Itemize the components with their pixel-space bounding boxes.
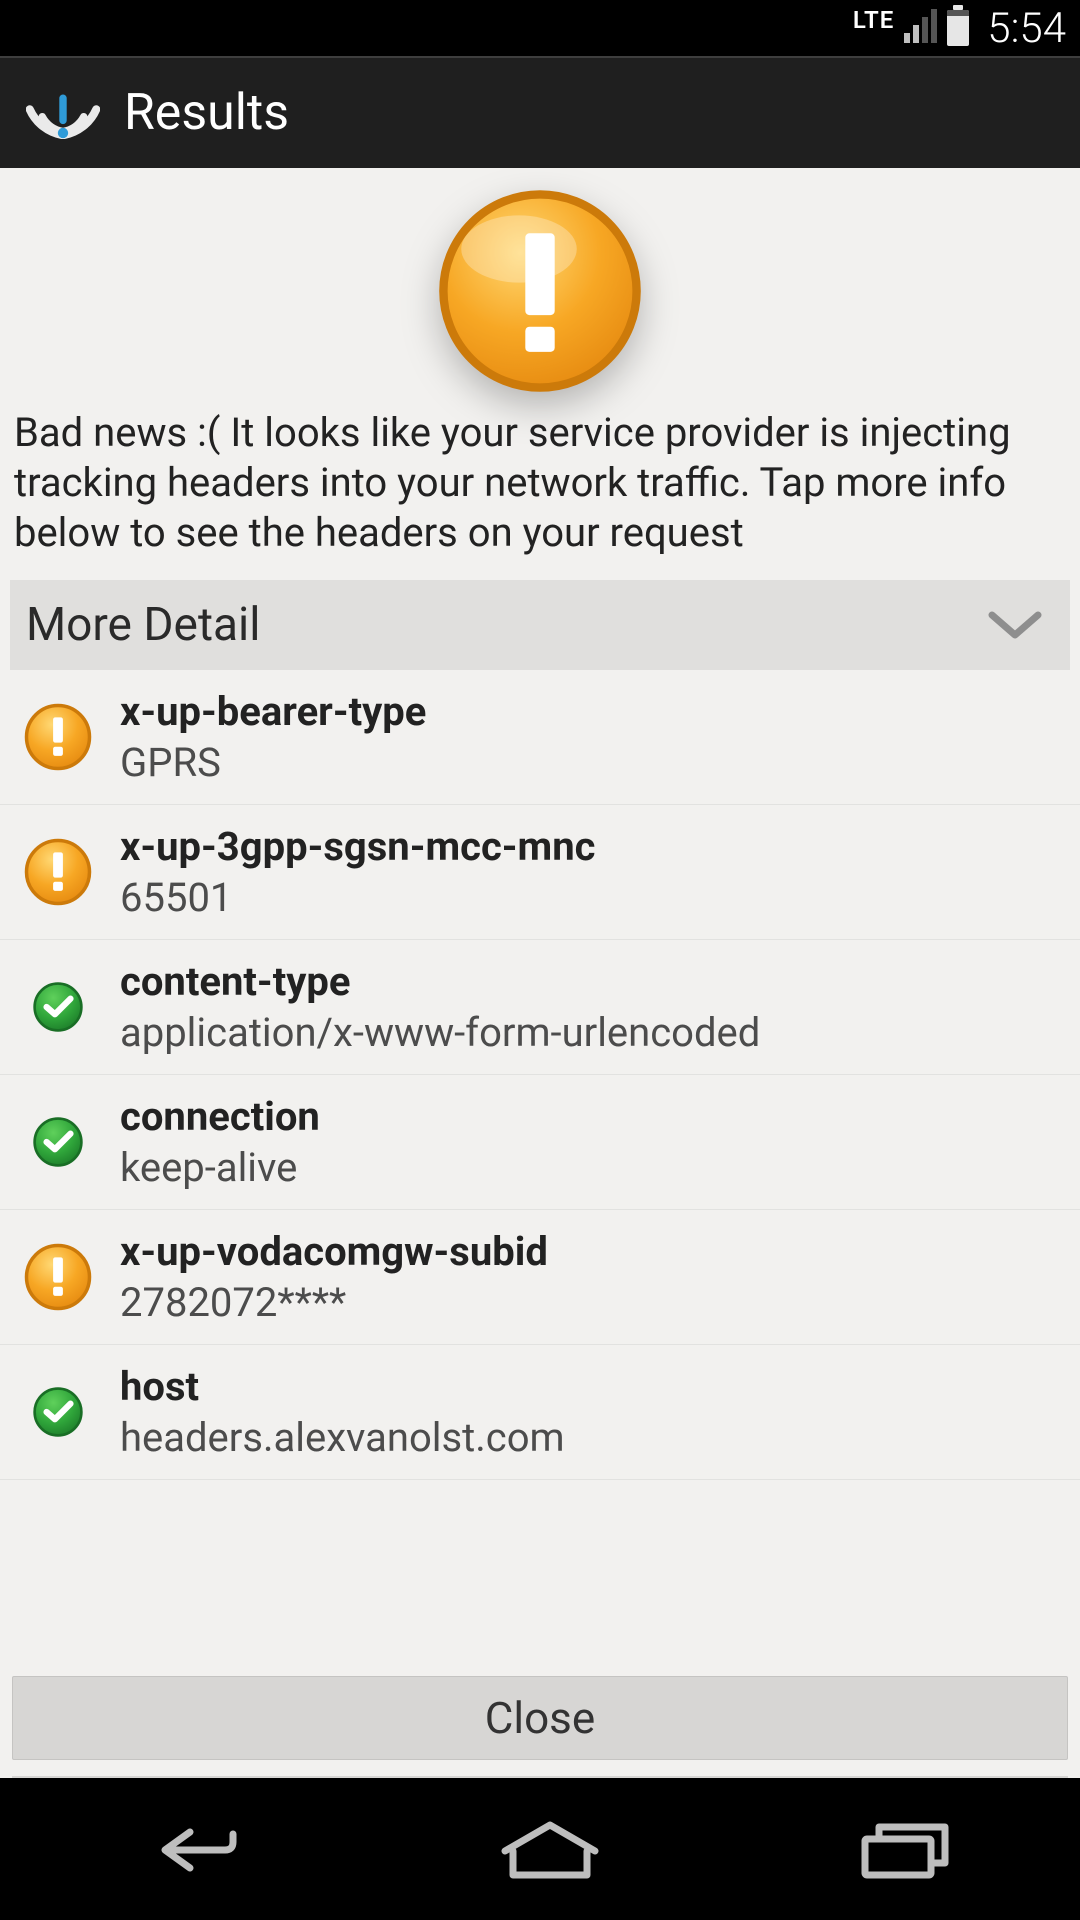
action-bar: Results bbox=[0, 56, 1080, 168]
header-row[interactable]: x-up-bearer-typeGPRS bbox=[0, 670, 1080, 805]
network-type-label: LTE bbox=[853, 6, 894, 34]
header-name: x-up-vodacomgw-subid bbox=[120, 1228, 1060, 1275]
clock-label: 5:54 bbox=[987, 4, 1066, 53]
header-text: content-typeapplication/x-www-form-urlen… bbox=[120, 958, 1060, 1056]
header-row[interactable]: hostheaders.alexvanolst.com bbox=[0, 1345, 1080, 1480]
header-value: 2782072**** bbox=[120, 1279, 1060, 1326]
more-detail-expander[interactable]: More Detail bbox=[10, 580, 1070, 670]
hero-warning-icon bbox=[0, 168, 1080, 396]
header-name: x-up-3gpp-sgsn-mcc-mnc bbox=[120, 823, 1060, 870]
screen: LTE 5:54 Results bbox=[0, 0, 1080, 1920]
header-text: x-up-3gpp-sgsn-mcc-mnc65501 bbox=[120, 823, 1060, 921]
header-value: headers.alexvanolst.com bbox=[120, 1414, 1060, 1461]
header-text: hostheaders.alexvanolst.com bbox=[120, 1363, 1060, 1461]
header-name: content-type bbox=[120, 958, 1060, 1005]
header-name: connection bbox=[120, 1093, 1060, 1140]
warning-icon bbox=[22, 702, 94, 772]
header-name: x-up-bearer-type bbox=[120, 688, 1060, 735]
header-value: GPRS bbox=[120, 739, 1060, 786]
home-icon[interactable] bbox=[495, 1817, 605, 1887]
header-row[interactable]: x-up-vodacomgw-subid2782072**** bbox=[0, 1210, 1080, 1345]
header-name: host bbox=[120, 1363, 1060, 1410]
content-area: Bad news :( It looks like your service p… bbox=[0, 168, 1080, 1778]
signal-strength-icon bbox=[904, 13, 937, 43]
status-bar: LTE 5:54 bbox=[0, 0, 1080, 56]
warning-icon bbox=[22, 1242, 94, 1312]
ok-check-icon bbox=[22, 1386, 94, 1438]
header-text: x-up-bearer-typeGPRS bbox=[120, 688, 1060, 786]
ok-check-icon bbox=[22, 1116, 94, 1168]
warning-icon bbox=[22, 837, 94, 907]
header-list: x-up-bearer-typeGPRS x-up-3gpp-sgsn-mcc-m… bbox=[0, 670, 1080, 1670]
warning-message-text: Bad news :( It looks like your service p… bbox=[0, 396, 1080, 580]
header-row[interactable]: content-typeapplication/x-www-form-urlen… bbox=[0, 940, 1080, 1075]
header-row[interactable]: x-up-3gpp-sgsn-mcc-mnc65501 bbox=[0, 805, 1080, 940]
chevron-down-icon bbox=[988, 609, 1042, 641]
wifi-alert-icon bbox=[26, 83, 100, 143]
close-button[interactable]: Close bbox=[12, 1676, 1068, 1760]
navigation-bar bbox=[0, 1778, 1080, 1920]
page-title: Results bbox=[124, 84, 289, 142]
battery-icon bbox=[947, 10, 969, 46]
header-value: application/x-www-form-urlencoded bbox=[120, 1009, 1060, 1056]
header-value: 65501 bbox=[120, 874, 1060, 921]
more-detail-label: More Detail bbox=[26, 598, 260, 652]
header-value: keep-alive bbox=[120, 1144, 1060, 1191]
header-row[interactable]: connectionkeep-alive bbox=[0, 1075, 1080, 1210]
ok-check-icon bbox=[22, 981, 94, 1033]
header-text: connectionkeep-alive bbox=[120, 1093, 1060, 1191]
header-text: x-up-vodacomgw-subid2782072**** bbox=[120, 1228, 1060, 1326]
back-icon[interactable] bbox=[125, 1820, 245, 1884]
recents-icon[interactable] bbox=[855, 1819, 955, 1885]
